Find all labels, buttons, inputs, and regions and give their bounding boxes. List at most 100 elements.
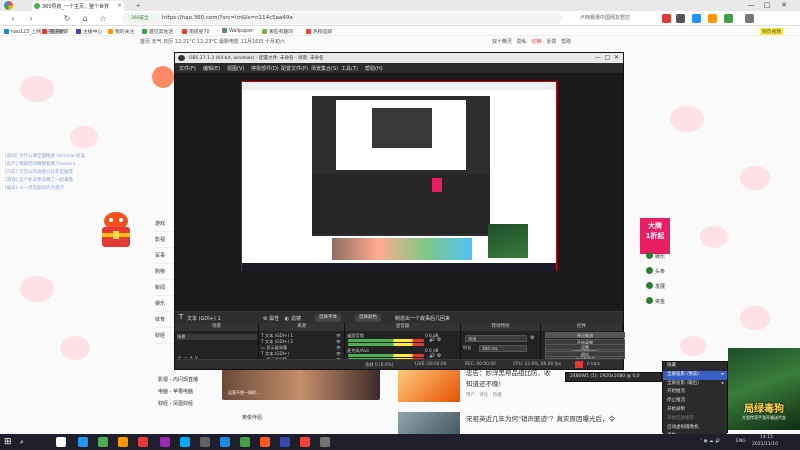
search-suggestion[interactable]: 卢西赛遭中国网友怒怼 <box>580 14 630 21</box>
menu-docks[interactable]: 停靠部件(D) <box>251 65 279 72</box>
menu-help[interactable]: 帮助(H) <box>365 65 383 72</box>
food-thumbnail-image[interactable] <box>398 368 460 402</box>
start-windows-icon[interactable]: ⊞ <box>4 437 12 447</box>
menu-item-hide[interactable]: 隐藏 <box>663 362 727 371</box>
menu-scene-collection[interactable]: 场景集合(S) <box>311 65 338 72</box>
sidebar-link[interactable]: 电脑 - 苹果电脑 <box>158 386 198 398</box>
menu-edit[interactable]: 编辑(E) <box>203 65 220 72</box>
taskbar-app-icon[interactable] <box>180 437 190 447</box>
tray-icons[interactable]: ˄ ◉ ☁ 🔊 <box>700 439 721 444</box>
monitor-option[interactable]: 2480W1 (1): 1920x1080 @ 0,0 <box>566 373 661 382</box>
taskbar-app-icon[interactable] <box>98 437 108 447</box>
exit-button[interactable]: 退出 <box>545 351 625 357</box>
bookmark-item[interactable]: Wallpaper- <box>222 28 254 34</box>
treasure-chest-icon[interactable] <box>96 211 136 249</box>
channel-link[interactable]: 发展 <box>646 280 665 295</box>
menu-profile[interactable]: 配置文件(P) <box>281 65 308 72</box>
mixer-controls[interactable]: 🔊 ⚙ <box>429 337 441 343</box>
taskbar-app-icon[interactable] <box>200 437 210 447</box>
taskbar-app-icon[interactable] <box>56 437 66 447</box>
taskbar-app-icon[interactable] <box>160 437 170 447</box>
taskbar-app-icon[interactable] <box>320 437 330 447</box>
url-text[interactable]: https://hao.360.com/?src=lm&ls=n114c5aa4… <box>162 15 293 21</box>
select-color-button[interactable]: 选择颜色 <box>355 313 381 322</box>
new-tab-button[interactable]: + <box>126 1 166 11</box>
extension-icon[interactable] <box>662 14 671 23</box>
nav-link[interactable]: 切换 <box>532 39 542 45</box>
bookmark-item[interactable]: 热榜追踪 <box>306 28 332 35</box>
taskbar-app-icon[interactable] <box>78 437 88 447</box>
settings-button[interactable]: 设置 <box>545 344 625 350</box>
tab-360-home[interactable]: 360导航_一个主页，整个世界 × <box>32 1 124 11</box>
clock-date[interactable]: 2021/11/10 <box>752 442 778 447</box>
stop-streaming-button[interactable]: 停止推流 <box>545 332 625 338</box>
channel-link[interactable]: 头条 <box>646 265 665 280</box>
bookmark-item[interactable]: 有道翻译 <box>42 28 68 35</box>
bookmark-item[interactable]: 南极星70 <box>182 28 210 35</box>
bookmark-item[interactable]: 主播中心 <box>76 28 102 35</box>
taskbar-app-icon[interactable] <box>260 437 270 447</box>
text-content[interactable]: 制造出一个故事后几回来 <box>395 315 450 322</box>
news-link[interactable]: [游戏] 这个冬天你去哪了一起来看 <box>5 177 95 185</box>
duration-field[interactable]: 300 ms <box>479 345 527 352</box>
news-link[interactable]: [娱乐] 十一月电影新片大盘点 <box>5 185 95 193</box>
news-link[interactable]: [新闻] 为什么要全面推进 Unicode 标准 <box>5 153 95 161</box>
favorites-star-icon[interactable]: ☆ <box>98 14 108 24</box>
clock-time[interactable]: 14:15 <box>760 435 773 440</box>
nav-link[interactable]: 帮助 <box>561 39 571 45</box>
input-language[interactable]: ENG <box>736 439 746 444</box>
reload-icon[interactable]: ↻ <box>62 14 72 24</box>
taskbar-app-icon[interactable] <box>118 437 128 447</box>
menu-item-fullscreen-output[interactable]: 全屏投影 (输出) ▸ <box>663 380 727 389</box>
tab-close-icon[interactable]: × <box>117 2 122 9</box>
extension-icon[interactable] <box>692 14 701 23</box>
channel-link[interactable]: 资金 <box>646 295 665 310</box>
game-ad-banner[interactable]: 局绿毒狗 大型传奇手游开服送代金 <box>728 348 800 430</box>
search-icon[interactable]: ⌕ <box>20 438 24 447</box>
transition-select[interactable]: 淡出 <box>465 335 527 342</box>
address-bar[interactable]: 360安全 https://hao.360.com/?src=lm&ls=n11… <box>122 13 562 24</box>
video-side-badge[interactable]: 网页视频 <box>760 28 784 35</box>
channel-link[interactable]: 娱乐 <box>646 250 665 265</box>
menu-item-fullscreen-preview[interactable]: 全屏投影 (预览) ▸ <box>663 370 727 380</box>
forward-icon[interactable]: › <box>26 14 36 24</box>
close-window-button[interactable]: ✕ <box>777 0 791 11</box>
transition-settings-icon[interactable]: ⚙ <box>530 335 534 341</box>
obs-window-controls[interactable]: — □ ✕ <box>595 54 619 61</box>
menu-file[interactable]: 文件(F) <box>179 65 196 72</box>
scene-item[interactable]: 场景 <box>177 334 257 340</box>
taskbar-app-icon[interactable] <box>220 437 230 447</box>
bookmark-item[interactable]: 哪些有趣的 <box>262 28 293 35</box>
menu-tools[interactable]: 工具(T) <box>341 65 358 72</box>
extension-icon[interactable] <box>724 14 733 23</box>
bookmark-item[interactable]: 遇见其他话 <box>142 28 173 35</box>
avatar[interactable] <box>152 66 174 88</box>
game-banner-image[interactable]: 运营不到一周的... <box>222 368 380 400</box>
filters-button[interactable]: ◐ 滤镜 <box>285 315 301 322</box>
minimize-button[interactable]: — <box>744 0 758 11</box>
properties-button[interactable]: ⚙ 属性 <box>263 315 279 322</box>
banner-author[interactable]: 英俊伴侣 <box>242 414 262 421</box>
nav-link[interactable]: 反馈 <box>546 39 556 45</box>
obs-preview-area[interactable] <box>175 73 623 311</box>
browser-logo-icon[interactable] <box>4 1 13 10</box>
promo-ad[interactable]: 大牌 1折起 <box>640 218 670 254</box>
menu-icon[interactable] <box>745 14 754 23</box>
nav-link[interactable]: 隐私 <box>517 39 527 45</box>
news-thumbnail-image[interactable] <box>398 412 460 434</box>
menu-item-start-recording[interactable]: 开始录制 <box>663 406 727 415</box>
taskbar-app-icon[interactable] <box>138 437 148 447</box>
home-icon[interactable]: ⌂ <box>80 14 90 24</box>
news-link[interactable]: [房产] 特朗普的精致套路 Freshers... <box>5 161 95 169</box>
news-link[interactable]: [汽车] 万元以内高性价比车型推荐 <box>5 169 95 177</box>
select-font-button[interactable]: 选择字体 <box>315 313 341 322</box>
menu-view[interactable]: 视图(V) <box>227 65 244 72</box>
sidebar-link[interactable]: 财经 - 凤凰财经 <box>158 398 198 410</box>
extension-icon[interactable] <box>708 14 717 23</box>
nav-link[interactable]: 双十精灵 <box>492 39 512 45</box>
taskbar-app-icon[interactable] <box>300 437 310 447</box>
preview-capture-image[interactable] <box>241 81 557 271</box>
maximize-button[interactable]: □ <box>760 0 774 11</box>
menu-item-stop-streaming[interactable]: 停止推流 <box>663 397 727 406</box>
menu-item-start-streaming[interactable]: 开始推流 <box>663 388 727 397</box>
